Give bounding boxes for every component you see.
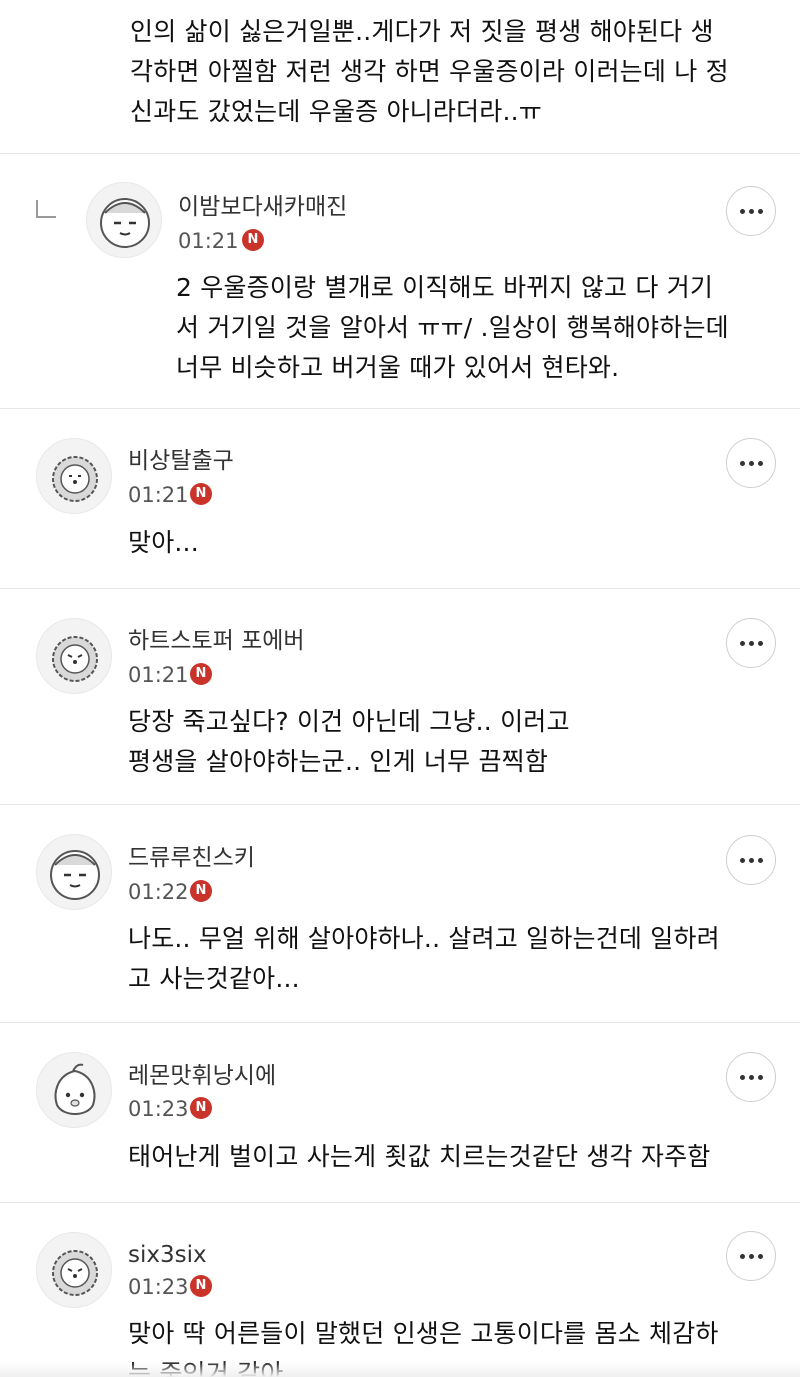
more-options-button[interactable]: [726, 835, 776, 885]
comment-time: 01:22: [128, 880, 189, 904]
new-badge: N: [190, 1275, 212, 1297]
comment-item: [0, 409, 800, 589]
comment-text: 맞아...: [128, 528, 199, 557]
lion-icon[interactable]: [36, 618, 112, 694]
comment-item: 인의 삶이 싫은거일뿐..게다가 저 짓을 평생 해야된다 생 각하면 아찔함 …: [0, 0, 800, 154]
comment-nickname[interactable]: 드류루친스키: [128, 843, 255, 873]
comment-time: 01:21: [128, 663, 189, 687]
lion-icon[interactable]: [36, 1232, 112, 1308]
comment-nickname[interactable]: 이밤보다새카매진: [178, 192, 347, 222]
new-badge: N: [190, 1097, 212, 1119]
more-options-button[interactable]: [726, 618, 776, 668]
comment-time: 01:23: [128, 1275, 189, 1299]
comment-nickname[interactable]: 하트스토퍼 포에버: [128, 626, 305, 656]
new-badge: N: [190, 880, 212, 902]
comment-text: 나도.. 무얼 위해 살아야하나.. 살려고 일하는건데 일하려 고 사는것같아…: [128, 924, 720, 993]
new-badge: N: [190, 483, 212, 505]
sleepy-cat-icon[interactable]: [86, 182, 162, 258]
comment-nickname[interactable]: 비상탈출구: [128, 446, 234, 476]
comment-time: 01:21: [128, 483, 189, 507]
new-badge: N: [190, 663, 212, 685]
bottom-fade: [0, 1361, 800, 1377]
comment-nickname[interactable]: six3six: [128, 1240, 207, 1270]
lion-icon[interactable]: [36, 438, 112, 514]
sleepy-cat-icon[interactable]: [36, 834, 112, 910]
more-options-button[interactable]: [726, 1052, 776, 1102]
more-options-button[interactable]: [726, 438, 776, 488]
comment-time: 01:23: [128, 1097, 189, 1121]
peach-icon[interactable]: [36, 1052, 112, 1128]
reply-arrow-icon: [36, 200, 56, 218]
more-options-button[interactable]: [726, 1231, 776, 1281]
more-options-button[interactable]: [726, 186, 776, 236]
comment-time: 01:21: [178, 229, 239, 253]
comment-text: 당장 죽고싶다? 이건 아닌데 그냥.. 이러고 평생을 살아야하는군.. 인게…: [128, 707, 570, 776]
new-badge: N: [242, 229, 264, 251]
comment-text: 인의 삶이 싫은거일뿐..게다가 저 짓을 평생 해야된다 생 각하면 아찔함 …: [130, 17, 729, 126]
comment-nickname[interactable]: 레몬맛휘낭시에: [128, 1061, 276, 1091]
comment-text: 2 우울증이랑 별개로 이직해도 바뀌지 않고 다 거기 서 거기일 것을 알아…: [176, 273, 729, 382]
comment-text: 태어난게 벌이고 사는게 죗값 치르는것같단 생각 자주함: [128, 1142, 711, 1171]
